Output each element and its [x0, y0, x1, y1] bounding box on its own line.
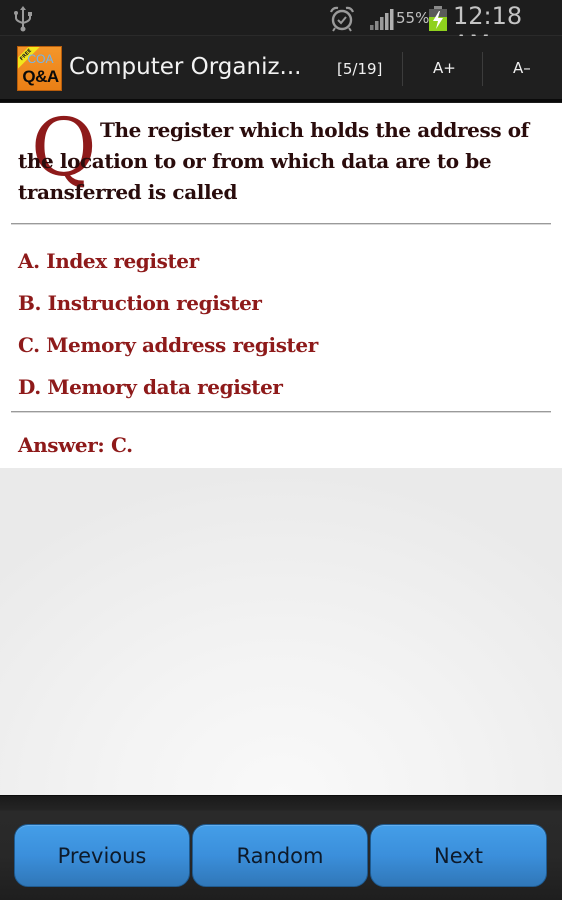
random-button[interactable]: Random [192, 824, 368, 887]
divider [11, 411, 551, 413]
app-logo-qa: Q&A [22, 67, 59, 86]
status-bar: 55% 12:18 AM [0, 0, 562, 58]
signal-icon [370, 9, 394, 30]
question-panel: Q The register which holds the address o… [0, 103, 562, 468]
divider [402, 52, 403, 86]
usb-icon [14, 6, 32, 32]
empty-area [0, 468, 562, 795]
previous-button[interactable]: Previous [14, 824, 190, 887]
next-button[interactable]: Next [370, 824, 547, 887]
option-b[interactable]: B. Instruction register [18, 291, 262, 315]
action-bar: FREE COA Q&A Computer Organiz... [5/19] … [0, 36, 562, 102]
divider [482, 52, 483, 86]
battery-charging-icon [429, 6, 447, 31]
bottom-nav-bar: Previous Random Next [0, 795, 562, 900]
question-text-block: The register which holds the address of … [18, 115, 552, 208]
decrease-font-button[interactable]: A– [513, 59, 531, 77]
app-logo: FREE COA Q&A [17, 46, 62, 91]
battery-percent: 55% [396, 9, 430, 27]
app-title: Computer Organiz... [69, 54, 302, 80]
option-a[interactable]: A. Index register [18, 249, 199, 273]
question-text: The register which holds the address of … [18, 118, 529, 204]
question-counter: [5/19] [337, 60, 383, 78]
increase-font-button[interactable]: A+ [433, 59, 456, 77]
app-logo-coa: COA [27, 52, 54, 66]
divider [11, 223, 551, 225]
option-d[interactable]: D. Memory data register [18, 375, 283, 399]
alarm-icon [329, 6, 355, 32]
option-c[interactable]: C. Memory address register [18, 333, 318, 357]
answer-text: Answer: C. [18, 433, 133, 457]
